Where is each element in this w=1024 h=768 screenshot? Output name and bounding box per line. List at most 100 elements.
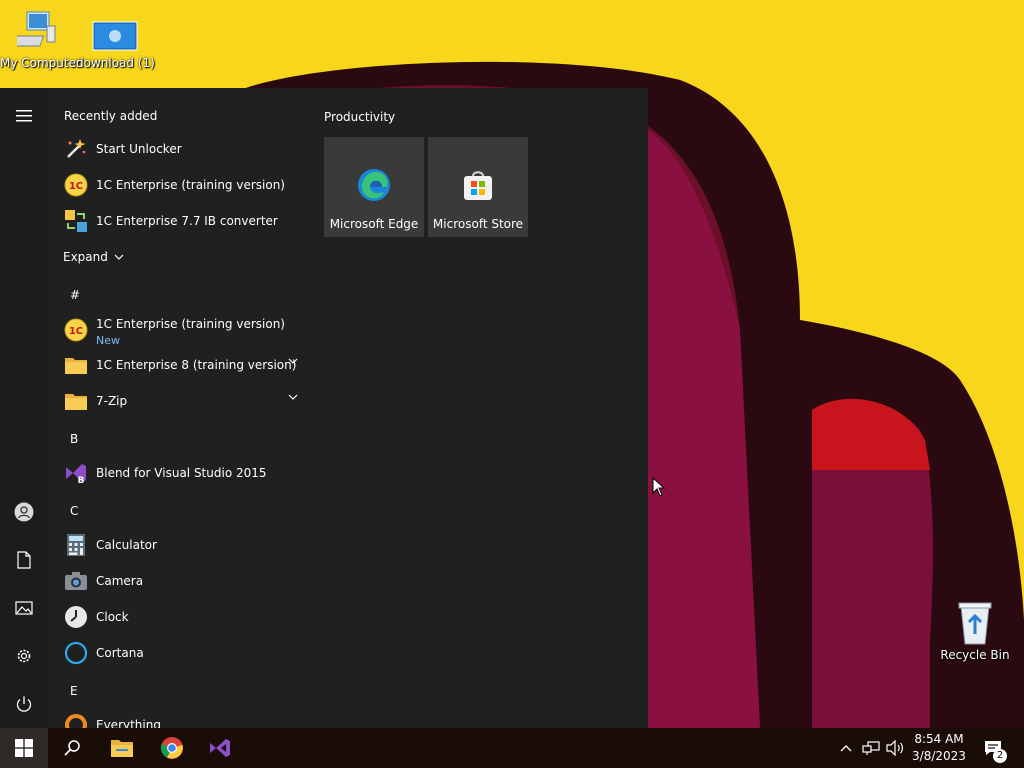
app-item-start-unlocker[interactable]: Start Unlocker [48, 131, 308, 167]
app-label: Blend for Visual Studio 2015 [96, 466, 267, 480]
start-left-rail [0, 88, 48, 728]
app-label: 1C Enterprise (training version) [96, 317, 285, 331]
chevron-down-icon[interactable] [288, 358, 298, 364]
computer-icon [17, 11, 56, 47]
app-item-1c-enterprise-recent[interactable]: 1C 1C Enterprise (training version) [48, 167, 308, 203]
desktop-icon-label: Recycle Bin [940, 648, 1010, 662]
svg-text:1C: 1C [69, 181, 83, 192]
chevron-down-icon[interactable] [288, 394, 298, 400]
converter-icon [64, 209, 88, 233]
windows-logo-icon [15, 739, 33, 757]
tile-label: Microsoft Store [432, 217, 524, 231]
everything-icon [64, 713, 88, 728]
app-item-cortana[interactable]: Cortana [48, 635, 308, 671]
tile-microsoft-store[interactable]: Microsoft Store [428, 137, 528, 237]
recycle-bin-icon [958, 602, 992, 645]
app-item-camera[interactable]: Camera [48, 563, 308, 599]
app-label: Cortana [96, 646, 144, 660]
folder-icon [64, 389, 88, 413]
app-label: Clock [96, 610, 129, 624]
app-label: Everything [96, 718, 161, 728]
app-label: Camera [96, 574, 144, 588]
desktop-icon-label: download (1) [76, 56, 155, 70]
clock-time: 8:54 AM [914, 732, 964, 746]
power-icon [16, 696, 32, 712]
svg-text:B: B [78, 476, 85, 485]
app-item-calculator[interactable]: Calculator [48, 527, 308, 563]
app-label: 7-Zip [96, 394, 128, 408]
edge-icon [358, 169, 390, 201]
tiles-area: Productivity Microsoft Edge Microsoft St… [312, 88, 648, 728]
search-icon [64, 740, 80, 756]
tray-show-hidden-icons[interactable] [838, 728, 854, 768]
app-item-blend-vs-2015[interactable]: B Blend for Visual Studio 2015 [48, 455, 308, 491]
app-item-clock[interactable]: Clock [48, 599, 308, 635]
account-button[interactable] [0, 492, 48, 532]
settings-button[interactable] [0, 636, 48, 676]
documents-button[interactable] [0, 540, 48, 580]
1c-logo-icon: 1C [64, 318, 88, 342]
desktop-icon-my-computer[interactable]: My Computer [0, 10, 81, 70]
section-letter-hash[interactable]: # [70, 288, 80, 302]
app-item-everything[interactable]: Everything [48, 707, 308, 728]
1c-logo-icon: 1C [64, 173, 88, 197]
app-item-1c-ib-converter[interactable]: 1C Enterprise 7.7 IB converter [48, 203, 308, 239]
clock-date: 3/8/2023 [912, 749, 966, 763]
section-letter-b[interactable]: B [70, 432, 78, 446]
app-label: Start Unlocker [96, 142, 182, 156]
document-icon [17, 551, 31, 569]
clock-icon [64, 605, 88, 629]
desktop-icon-label: My Computer [0, 56, 81, 70]
new-badge: New [96, 334, 120, 347]
chrome-icon [160, 737, 183, 759]
pictures-icon [15, 601, 33, 615]
gear-icon [17, 649, 31, 663]
power-button[interactable] [0, 684, 48, 724]
folder-icon [64, 353, 88, 377]
app-folder-1c-enterprise-8[interactable]: 1C Enterprise 8 (training version) [48, 347, 308, 383]
app-label: 1C Enterprise 7.7 IB converter [96, 214, 278, 228]
tray-volume[interactable] [884, 728, 906, 768]
image-file-icon [92, 21, 138, 51]
start-menu: Recently added Start Unlocker 1C 1C Ente… [0, 88, 648, 728]
store-icon [464, 171, 492, 200]
hamburger-menu-button[interactable] [0, 96, 48, 136]
taskbar: 8:54 AM 3/8/2023 [0, 728, 1024, 768]
chevron-up-icon [840, 745, 852, 752]
mouse-cursor-icon [652, 477, 666, 497]
notification-count-badge: 2 [993, 749, 1007, 763]
taskbar-file-explorer[interactable] [98, 728, 146, 768]
app-folder-7-zip[interactable]: 7-Zip [48, 383, 308, 419]
section-letter-e[interactable]: E [70, 684, 78, 698]
start-button[interactable] [0, 728, 48, 768]
app-label: 1C Enterprise 8 (training version) [96, 358, 297, 372]
file-explorer-icon [111, 740, 133, 757]
expand-button[interactable]: Expand [48, 239, 308, 275]
hamburger-icon [16, 110, 32, 122]
taskbar-visual-studio[interactable] [196, 728, 244, 768]
desktop-icon-recycle-bin[interactable]: Recycle Bin [936, 600, 1014, 662]
svg-text:1C: 1C [69, 326, 83, 337]
pictures-button[interactable] [0, 588, 48, 628]
tray-network[interactable] [860, 728, 882, 768]
cortana-icon [64, 641, 88, 665]
app-label: Calculator [96, 538, 157, 552]
tile-group-title[interactable]: Productivity [324, 110, 395, 124]
taskbar-search-button[interactable] [48, 728, 96, 768]
taskbar-clock[interactable]: 8:54 AM 3/8/2023 [908, 731, 970, 765]
app-label: 1C Enterprise (training version) [96, 178, 285, 192]
camera-icon [64, 569, 88, 593]
magic-wand-icon [64, 137, 88, 161]
network-icon [862, 741, 880, 755]
expand-label: Expand [63, 250, 108, 264]
app-item-1c-enterprise[interactable]: 1C 1C Enterprise (training version) New [48, 310, 308, 350]
recently-added-title: Recently added [64, 109, 158, 123]
chevron-down-icon [114, 254, 124, 260]
tile-microsoft-edge[interactable]: Microsoft Edge [324, 137, 424, 237]
desktop-icon-download-1[interactable]: download (1) [76, 10, 155, 70]
visual-studio-icon [210, 739, 230, 757]
tile-label: Microsoft Edge [329, 217, 419, 231]
user-icon [14, 502, 34, 522]
section-letter-c[interactable]: C [70, 504, 78, 518]
taskbar-chrome[interactable] [148, 728, 196, 768]
